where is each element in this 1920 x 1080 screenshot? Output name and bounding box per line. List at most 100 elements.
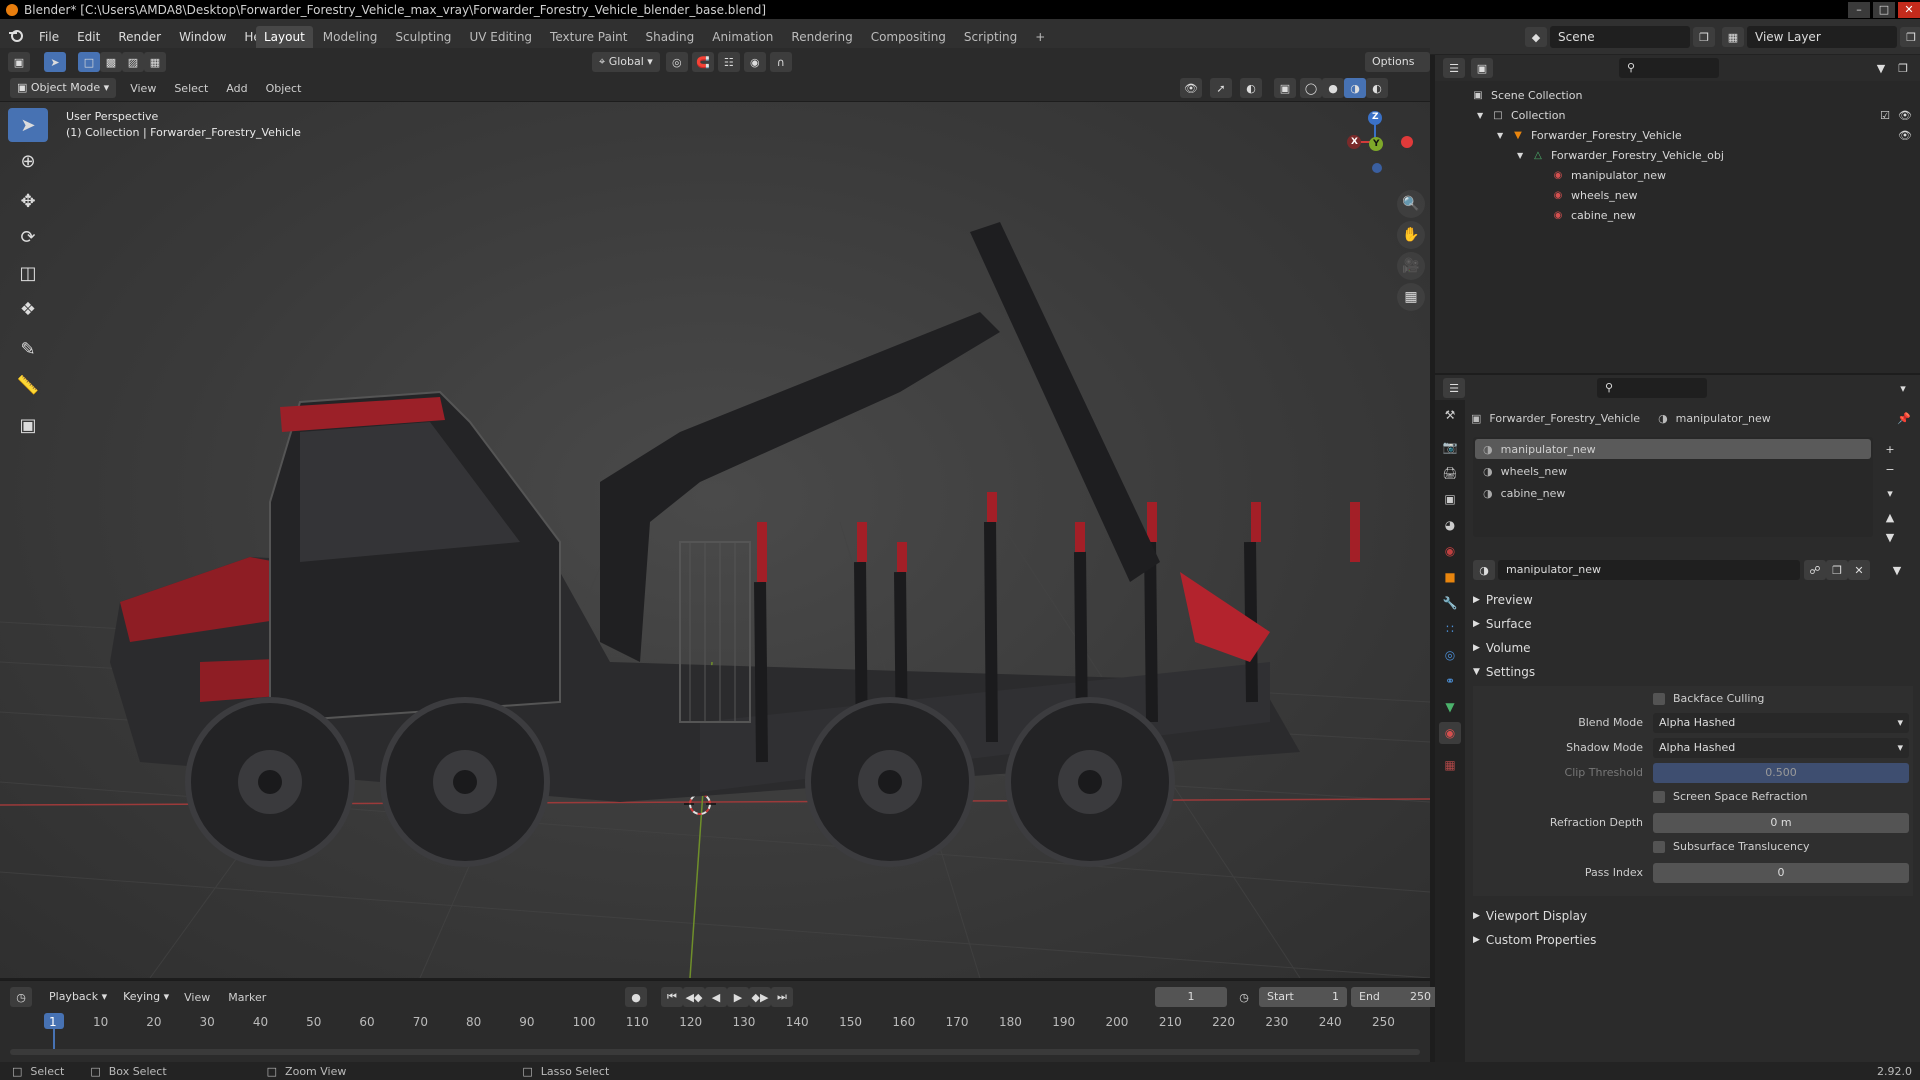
3d-viewport[interactable]: User Perspective (1) Collection | Forwar… [0,102,1430,978]
material-tab-icon[interactable]: ◉ [1439,722,1461,744]
scene-name-field[interactable]: Scene [1550,26,1690,48]
select-mode-new-icon[interactable]: □ [78,52,100,72]
pass-index-field[interactable]: 0 [1653,863,1909,883]
move-slot-up-icon[interactable]: ▲ [1879,507,1901,527]
pin-icon[interactable]: 📌 [1897,412,1911,425]
material-shading-icon[interactable]: ◑ [1344,78,1366,98]
browse-material-icon[interactable]: ◑ [1473,560,1495,580]
navigation-gizmo[interactable]: Z X Y [1335,110,1425,180]
outliner-row[interactable]: ◉ wheels_new [1435,185,1920,205]
material-slot[interactable]: ◑ cabine_new [1475,483,1871,503]
tab-sculpting[interactable]: Sculpting [387,26,459,48]
filter-icon[interactable]: ▼ [1870,58,1892,78]
material-name-field[interactable]: manipulator_new [1498,560,1800,580]
properties-options-icon[interactable]: ▾ [1892,378,1914,398]
minimize-icon[interactable]: – [1848,1,1870,18]
view-layer-field[interactable]: View Layer [1747,26,1897,48]
viewport-menu-add[interactable]: Add [226,82,247,95]
close-icon[interactable]: ✕ [1898,1,1920,18]
editor-type-icon[interactable]: ▣ [8,52,30,72]
constraints-tab-icon[interactable]: ⚭ [1439,670,1461,692]
pivot-point-icon[interactable]: ◎ [665,52,688,72]
clip-threshold-slider[interactable]: 0.500 [1653,763,1909,783]
outliner-row[interactable]: ◉ cabine_new [1435,205,1920,225]
mesh-data-tab-icon[interactable]: ▼ [1439,696,1461,718]
outliner-row[interactable]: ▼ ▼ Forwarder_Forestry_Vehicle 👁 [1435,125,1920,145]
add-workspace-button[interactable]: + [1027,26,1053,48]
rendered-shading-icon[interactable]: ◐ [1366,78,1388,98]
timeline-scrollbar[interactable] [10,1049,1420,1055]
backface-culling-check[interactable] [1653,692,1665,705]
scene-tab-icon[interactable]: ◕ [1439,514,1461,536]
tab-rendering[interactable]: Rendering [783,26,860,48]
add-cube-tool-icon[interactable]: ▣ [8,408,48,442]
tool-tab-icon[interactable]: ⚒ [1439,404,1461,426]
transform-orientation-dropdown[interactable]: ⌖ Global ▾ [592,52,660,72]
blend-mode-dropdown[interactable]: Alpha Hashed ▾ [1653,713,1909,733]
new-view-layer-icon[interactable]: ❐ [1900,27,1920,47]
xray-icon[interactable]: ▣ [1274,78,1296,98]
select-mode-intersect-icon[interactable]: ▦ [144,52,166,72]
snap-icon[interactable]: 🧲 [691,52,714,72]
slot-specials-icon[interactable]: ▾ [1879,483,1901,503]
outliner-row[interactable]: ◉ manipulator_new [1435,165,1920,185]
material-slot[interactable]: ◑ wheels_new [1475,461,1871,481]
rotate-tool-icon[interactable]: ⟳ [8,220,48,254]
transform-tool-icon[interactable]: ❖ [8,292,48,326]
section-custom-properties[interactable]: ▶ Custom Properties [1473,928,1913,952]
mode-dropdown[interactable]: ▣ Object Mode ▾ [10,78,117,98]
falloff-icon[interactable]: ∩ [769,52,792,72]
properties-search-input[interactable]: ⚲ [1597,378,1707,398]
disclosure-arrow-icon[interactable]: ▼ [1497,131,1511,140]
view-layer-icon[interactable]: ▦ [1722,27,1744,47]
menu-window[interactable]: Window [170,30,235,44]
visibility-eye-icon[interactable]: 👁 [1898,109,1912,122]
tab-texture-paint[interactable]: Texture Paint [542,26,635,48]
measure-tool-icon[interactable]: 📏 [8,368,48,402]
outliner-row[interactable]: ▼ △ Forwarder_Forestry_Vehicle_obj [1435,145,1920,165]
new-scene-icon[interactable]: ❐ [1693,27,1715,47]
unlink-material-icon[interactable]: ✕ [1848,560,1870,580]
outliner-editor-type-icon[interactable]: ☰ [1443,58,1465,78]
tab-modeling[interactable]: Modeling [315,26,386,48]
tab-animation[interactable]: Animation [704,26,781,48]
zoom-icon[interactable]: 🔍 [1397,190,1425,218]
select-box-tool-icon[interactable]: ➤ [8,108,48,142]
tab-scripting[interactable]: Scripting [956,26,1025,48]
remove-slot-icon[interactable]: − [1879,459,1901,479]
move-slot-down-icon[interactable]: ▼ [1879,527,1901,547]
scene-icon[interactable]: ◆ [1525,27,1547,47]
section-viewport-display[interactable]: ▶ Viewport Display [1473,904,1913,928]
menu-render[interactable]: Render [109,30,170,44]
tab-compositing[interactable]: Compositing [863,26,954,48]
snap-target-icon[interactable]: ☷ [717,52,740,72]
annotate-tool-icon[interactable]: ✎ [8,332,48,366]
viewport-menu-object[interactable]: Object [266,82,302,95]
select-mode-subtract-icon[interactable]: ▨ [122,52,144,72]
display-mode-icon[interactable]: ▣ [1471,58,1493,78]
new-collection-icon[interactable]: ❐ [1892,58,1914,78]
view-layer-tab-icon[interactable]: ▣ [1439,488,1461,510]
subsurface-translucency-checkbox[interactable]: Subsurface Translucency [1653,840,1810,853]
fake-user-icon[interactable]: ☍ [1804,560,1826,580]
viewport-menu-view[interactable]: View [130,82,156,95]
cursor-tool-icon[interactable]: ⊕ [8,144,48,178]
section-settings[interactable]: ▼ Settings [1473,660,1913,684]
output-tab-icon[interactable]: 🖨 [1439,462,1461,484]
ssr-check[interactable] [1653,790,1665,803]
duplicate-material-icon[interactable]: ❐ [1826,560,1848,580]
refraction-depth-field[interactable]: 0 m [1653,813,1909,833]
material-filter-icon[interactable]: ▼ [1886,560,1908,580]
select-tool-icon[interactable]: ➤ [44,52,66,72]
texture-tab-icon[interactable]: ▦ [1439,754,1461,776]
viewport-menu-select[interactable]: Select [174,82,208,95]
physics-tab-icon[interactable]: ◎ [1439,644,1461,666]
menu-file[interactable]: File [30,30,68,44]
modifier-tab-icon[interactable]: 🔧 [1439,592,1461,614]
backface-culling-checkbox[interactable]: Backface Culling [1653,692,1764,705]
tab-shading[interactable]: Shading [637,26,702,48]
ssr-checkbox[interactable]: Screen Space Refraction [1653,790,1808,803]
disclosure-arrow-icon[interactable]: ▼ [1477,111,1491,120]
move-tool-icon[interactable]: ✥ [8,184,48,218]
object-tab-icon[interactable]: ■ [1439,566,1461,588]
